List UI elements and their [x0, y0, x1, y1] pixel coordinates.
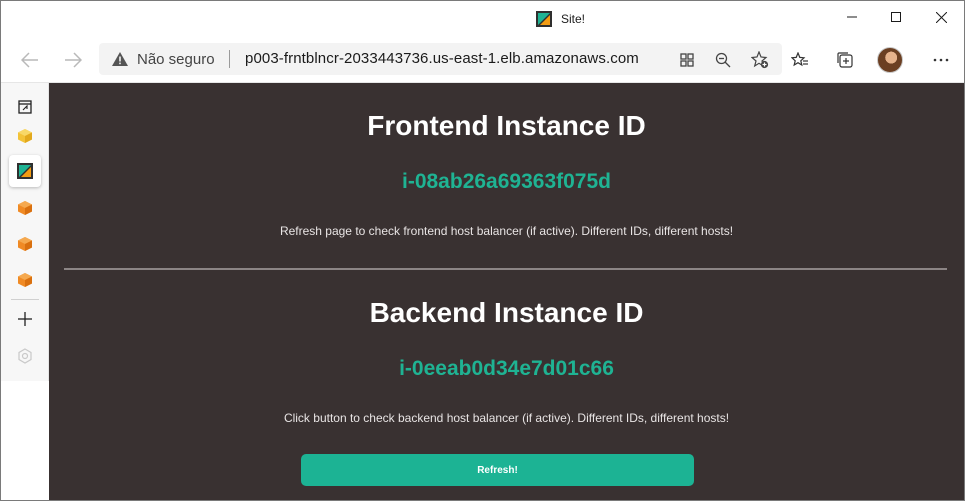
- app-available-button[interactable]: [676, 49, 698, 71]
- grid-icon: [680, 53, 694, 67]
- add-icon: [18, 312, 32, 326]
- sidebar-item-package-3[interactable]: [9, 228, 41, 260]
- browser-window: Site! Não seguro p003-frntblncr-20334437…: [0, 0, 965, 501]
- site-favicon: [17, 163, 33, 179]
- browser-toolbar: Não seguro p003-frntblncr-2033443736.us-…: [1, 37, 964, 83]
- sidebar-item-package-2[interactable]: [9, 192, 41, 224]
- warning-icon[interactable]: [111, 51, 129, 67]
- close-button[interactable]: [918, 1, 964, 33]
- extension-icon: [18, 348, 32, 364]
- close-icon: [935, 11, 947, 23]
- url-text[interactable]: p003-frntblncr-2033443736.us-east-1.elb.…: [245, 50, 639, 67]
- more-dots-icon: [933, 58, 949, 62]
- frontend-title: Frontend Instance ID: [367, 110, 646, 141]
- back-button[interactable]: [15, 45, 45, 75]
- backend-title: Backend Instance ID: [369, 297, 644, 328]
- page-content: Frontend Instance ID i-08ab26a69363f075d…: [49, 83, 964, 500]
- window-title-group: Site!: [536, 11, 585, 27]
- minimize-icon: [847, 16, 857, 18]
- maximize-icon: [891, 12, 901, 22]
- sidebar-item-package-4[interactable]: [9, 264, 41, 296]
- profile-avatar[interactable]: [877, 47, 903, 73]
- sidebar-divider: [11, 299, 39, 300]
- frontend-instance-id: i-08ab26a69363f075d: [402, 170, 611, 193]
- backend-instance-id: i-0eeab0d34e7d01c66: [399, 357, 614, 380]
- sidebar-bottom-area: [1, 381, 49, 500]
- site-favicon-icon: [536, 11, 552, 27]
- not-secure-label[interactable]: Não seguro: [137, 51, 215, 68]
- zoom-out-icon: [715, 52, 731, 68]
- tab-panel-icon: [18, 100, 32, 114]
- maximize-button[interactable]: [873, 1, 919, 33]
- address-bar[interactable]: Não seguro p003-frntblncr-2033443736.us-…: [99, 43, 782, 75]
- sidebar-add-button[interactable]: [9, 303, 41, 335]
- package-icon: [18, 129, 32, 143]
- backend-note: Click button to check backend host balan…: [283, 411, 730, 425]
- zoom-button[interactable]: [712, 49, 734, 71]
- sidebar-tab-panel[interactable]: [9, 91, 41, 123]
- address-separator: [229, 50, 230, 68]
- star-add-icon: [751, 51, 769, 69]
- browser-sidebar: [1, 83, 49, 500]
- arrow-left-icon: [21, 52, 38, 68]
- forward-button[interactable]: [58, 45, 88, 75]
- section-divider: [64, 268, 947, 270]
- refresh-button[interactable]: Refresh!: [301, 454, 694, 486]
- add-favorite-button[interactable]: [749, 49, 771, 71]
- package-icon: [18, 237, 32, 251]
- sidebar-extension[interactable]: [9, 340, 41, 372]
- favorites-list-icon: [791, 52, 808, 67]
- favorites-button[interactable]: [787, 47, 813, 73]
- package-icon: [18, 273, 32, 287]
- sidebar-item-package-1[interactable]: [9, 120, 41, 152]
- package-icon: [18, 201, 32, 215]
- window-title: Site!: [561, 12, 586, 26]
- collections-button[interactable]: [832, 47, 858, 73]
- sidebar-item-site[interactable]: [9, 155, 41, 187]
- title-bar: Site!: [1, 1, 964, 37]
- minimize-button[interactable]: [829, 1, 875, 33]
- arrow-right-icon: [65, 52, 82, 68]
- frontend-note: Refresh page to check frontend host bala…: [279, 224, 734, 238]
- collections-icon: [837, 52, 853, 68]
- settings-more-button[interactable]: [928, 47, 954, 73]
